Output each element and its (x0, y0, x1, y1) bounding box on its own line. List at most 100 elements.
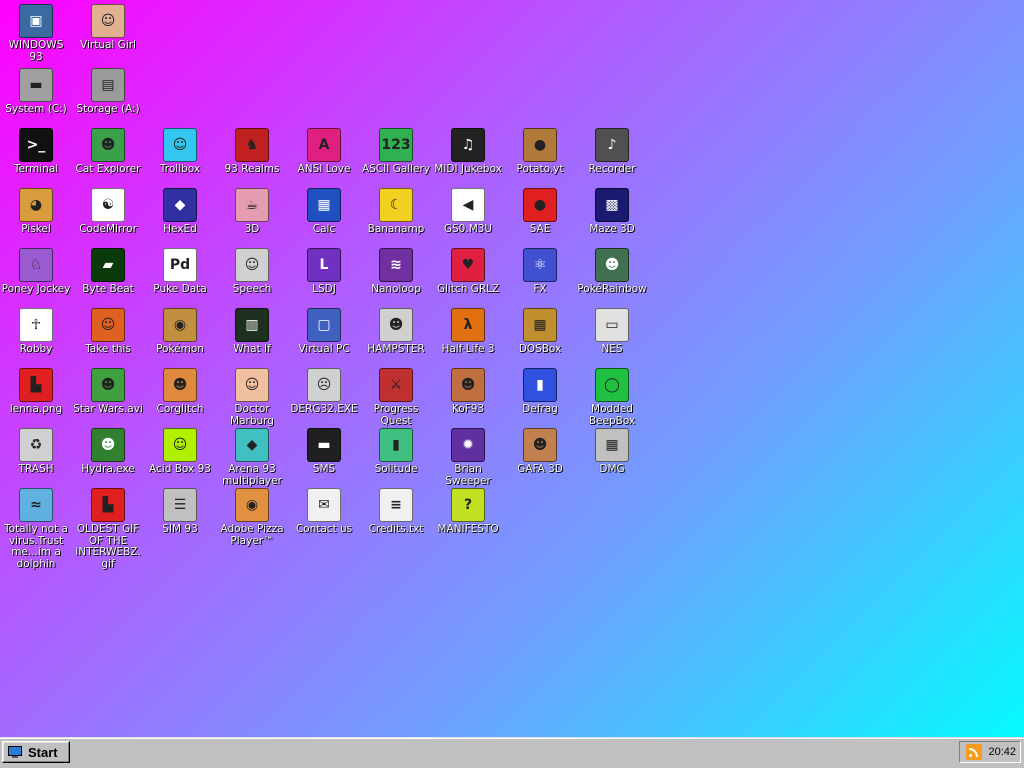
desktop-icon[interactable]: ▮ Defrag (504, 368, 576, 416)
desktop-icon-label: DOSBox (518, 343, 562, 355)
desktop-icon-label: Brian Sweeper (445, 463, 491, 487)
desktop-icon[interactable]: ≋ Nanoloop (360, 248, 432, 296)
desktop-icon[interactable]: ♘ Poney Jockey (0, 248, 72, 296)
desktop-icon[interactable]: ▣ WINDOWS 93 (0, 4, 72, 63)
desktop-icon-label: Virtual PC (298, 343, 350, 355)
desktop-icon[interactable]: ☕ 3D (216, 188, 288, 236)
desktop-icon-label: Storage (A:) (76, 103, 140, 115)
desktop-icon[interactable]: ☯ CodeMirror (72, 188, 144, 236)
desktop-icon[interactable]: ♥ Glitch GRLZ (432, 248, 504, 296)
pizza-icon: ◉ (235, 488, 269, 522)
desktop-icon[interactable]: ☺ Doctor Marburg (216, 368, 288, 427)
desktop-icon[interactable]: ≈ Totally not a virus.Trust me...im a dol… (0, 488, 72, 570)
desktop-icon[interactable]: ? MANIFESTO (432, 488, 504, 536)
start-button[interactable]: Start (2, 741, 70, 763)
teapot-icon: ☕ (235, 188, 269, 222)
desktop-icon[interactable]: λ Half-Life 3 (432, 308, 504, 356)
audio-file-icon: ◀ (451, 188, 485, 222)
computer-icon: ▣ (19, 4, 53, 38)
desktop-icon-label: HexEd (163, 223, 197, 235)
desktop-icon[interactable]: ▦ DMG (576, 428, 648, 476)
hamster-icon: ☻ (379, 308, 413, 342)
desktop-icon[interactable]: ☺ Take this (72, 308, 144, 356)
desktop-icon-label: ASCII Gallery (361, 163, 431, 175)
desktop-icon[interactable]: ▥ What If (216, 308, 288, 356)
desktop-icon-label: Poney Jockey (1, 283, 71, 295)
desktop-icon[interactable]: ♪ Recorder (576, 128, 648, 176)
desktop-icon[interactable]: ▬ System (C:) (0, 68, 72, 116)
desktop-icon[interactable]: ☰ SIM 93 (144, 488, 216, 536)
desktop-icon[interactable]: ◆ Arena 93 multiplayer (216, 428, 288, 487)
yoda-icon: ☻ (91, 368, 125, 402)
desktop-icon[interactable]: ☺ Trollbox (144, 128, 216, 176)
desktop-icon[interactable]: ☺ Speech (216, 248, 288, 296)
desktop-icon[interactable]: ◆ HexEd (144, 188, 216, 236)
desktop-icon[interactable]: ☻ HAMPSTER (360, 308, 432, 356)
desktop-icon[interactable]: ☻ Star Wars.avi (72, 368, 144, 416)
microphone-icon: ♪ (595, 128, 629, 162)
checkered-ball-icon: ● (523, 188, 557, 222)
desktop-icon[interactable]: 123 ASCII Gallery (360, 128, 432, 176)
desktop-icon[interactable]: ◀ GS0.M3U (432, 188, 504, 236)
rss-feed-icon[interactable] (966, 744, 983, 760)
desktop-icon[interactable]: ☻ KoF93 (432, 368, 504, 416)
desktop-icon[interactable]: ▬ SMS (288, 428, 360, 476)
desktop-icon[interactable]: ☺ Virtual Girl (72, 4, 144, 52)
desktop-icon[interactable]: ♫ MIDI Jukebox (432, 128, 504, 176)
desktop-icon[interactable]: ⚔ Progress Quest (360, 368, 432, 427)
desktop-icon[interactable]: ☻ PokéRainbow (576, 248, 648, 296)
desktop-icon[interactable]: ⚛ FX (504, 248, 576, 296)
desktop-icon[interactable]: ▰ Byte Beat (72, 248, 144, 296)
image-file-icon: ▙ (19, 368, 53, 402)
desktop-icon[interactable]: >_ Terminal (0, 128, 72, 176)
desktop-icon[interactable]: ☾ Bananamp (360, 188, 432, 236)
desktop-icon[interactable]: L LSDJ (288, 248, 360, 296)
desktop-icon-label: FX (533, 283, 547, 295)
desktop-icon[interactable]: ▤ Storage (A:) (72, 68, 144, 116)
numbers-icon: 123 (379, 128, 413, 162)
desktop-icon[interactable]: ☻ Hydra.exe (72, 428, 144, 476)
taskbar: Start 20:42 (0, 737, 1024, 768)
desktop-icon-label: Solitude (374, 463, 418, 475)
desktop-icon[interactable]: ☹ DERG32.EXE (288, 368, 360, 416)
desktop-icon-label: 3D (244, 223, 260, 235)
desktop-icon-label: Hydra.exe (81, 463, 135, 475)
desktop-icon[interactable]: ☻ GAFA 3D (504, 428, 576, 476)
desktop-icon[interactable]: ▦ Calc (288, 188, 360, 236)
start-label: Start (28, 744, 58, 760)
desktop-icon[interactable]: ☥ Robby (0, 308, 72, 356)
desktop-icon[interactable]: ☻ Cat Explorer (72, 128, 144, 176)
desktop-icon[interactable]: ▙ lenna.png (0, 368, 72, 416)
desktop-icon[interactable]: ✹ Brian Sweeper (432, 428, 504, 487)
dosbox-icon: ▦ (523, 308, 557, 342)
desktop-icon[interactable]: ☻ Corglitch (144, 368, 216, 416)
ring-icon: ◯ (595, 368, 629, 402)
desktop-icon[interactable]: ◉ Adobe Pizza Player™ (216, 488, 288, 547)
desktop-icon[interactable]: Pd Puke Data (144, 248, 216, 296)
floppy-drive-icon: ▤ (91, 68, 125, 102)
desktop-icon[interactable]: A ANSI Love (288, 128, 360, 176)
desktop-icon[interactable]: ♻ TRASH (0, 428, 72, 476)
desktop-icon-label: KoF93 (451, 403, 485, 415)
desktop-icon[interactable]: ▩ Maze 3D (576, 188, 648, 236)
matrix-icon: ▥ (235, 308, 269, 342)
desktop-icon[interactable]: ◕ Piskel (0, 188, 72, 236)
desktop-icon[interactable]: ● SAE (504, 188, 576, 236)
desktop-icon[interactable]: ● Potato.yt (504, 128, 576, 176)
desktop-icon[interactable]: ▮ Solitude (360, 428, 432, 476)
desktop-icon[interactable]: ▭ NES (576, 308, 648, 356)
desktop-icon[interactable]: ◯ Modded BeepBox (576, 368, 648, 427)
desktop-icon[interactable]: ◉ Pokémon (144, 308, 216, 356)
desktop-icon-label: Pokémon (156, 343, 204, 355)
desktop-icon-label: Progress Quest (373, 403, 419, 427)
piano-icon: ♫ (451, 128, 485, 162)
desktop-icon[interactable]: ≡ Credits.txt (360, 488, 432, 536)
desktop-icon[interactable]: ♞ 93 Realms (216, 128, 288, 176)
desktop-icon[interactable]: ▢ Virtual PC (288, 308, 360, 356)
desktop-icon-label: Arena 93 multiplayer (222, 463, 282, 487)
desktop-icon[interactable]: ▦ DOSBox (504, 308, 576, 356)
desktop-icon[interactable]: ☺ Acid Box 93 (144, 428, 216, 476)
desktop-icon[interactable]: ▙ OLDEST GIF OF THE INTERWEBZ.gif (72, 488, 144, 570)
desktop-icon[interactable]: ✉ Contact us (288, 488, 360, 536)
desktop-icon-label: Totally not a virus.Trust me...im a dolp… (4, 523, 68, 570)
